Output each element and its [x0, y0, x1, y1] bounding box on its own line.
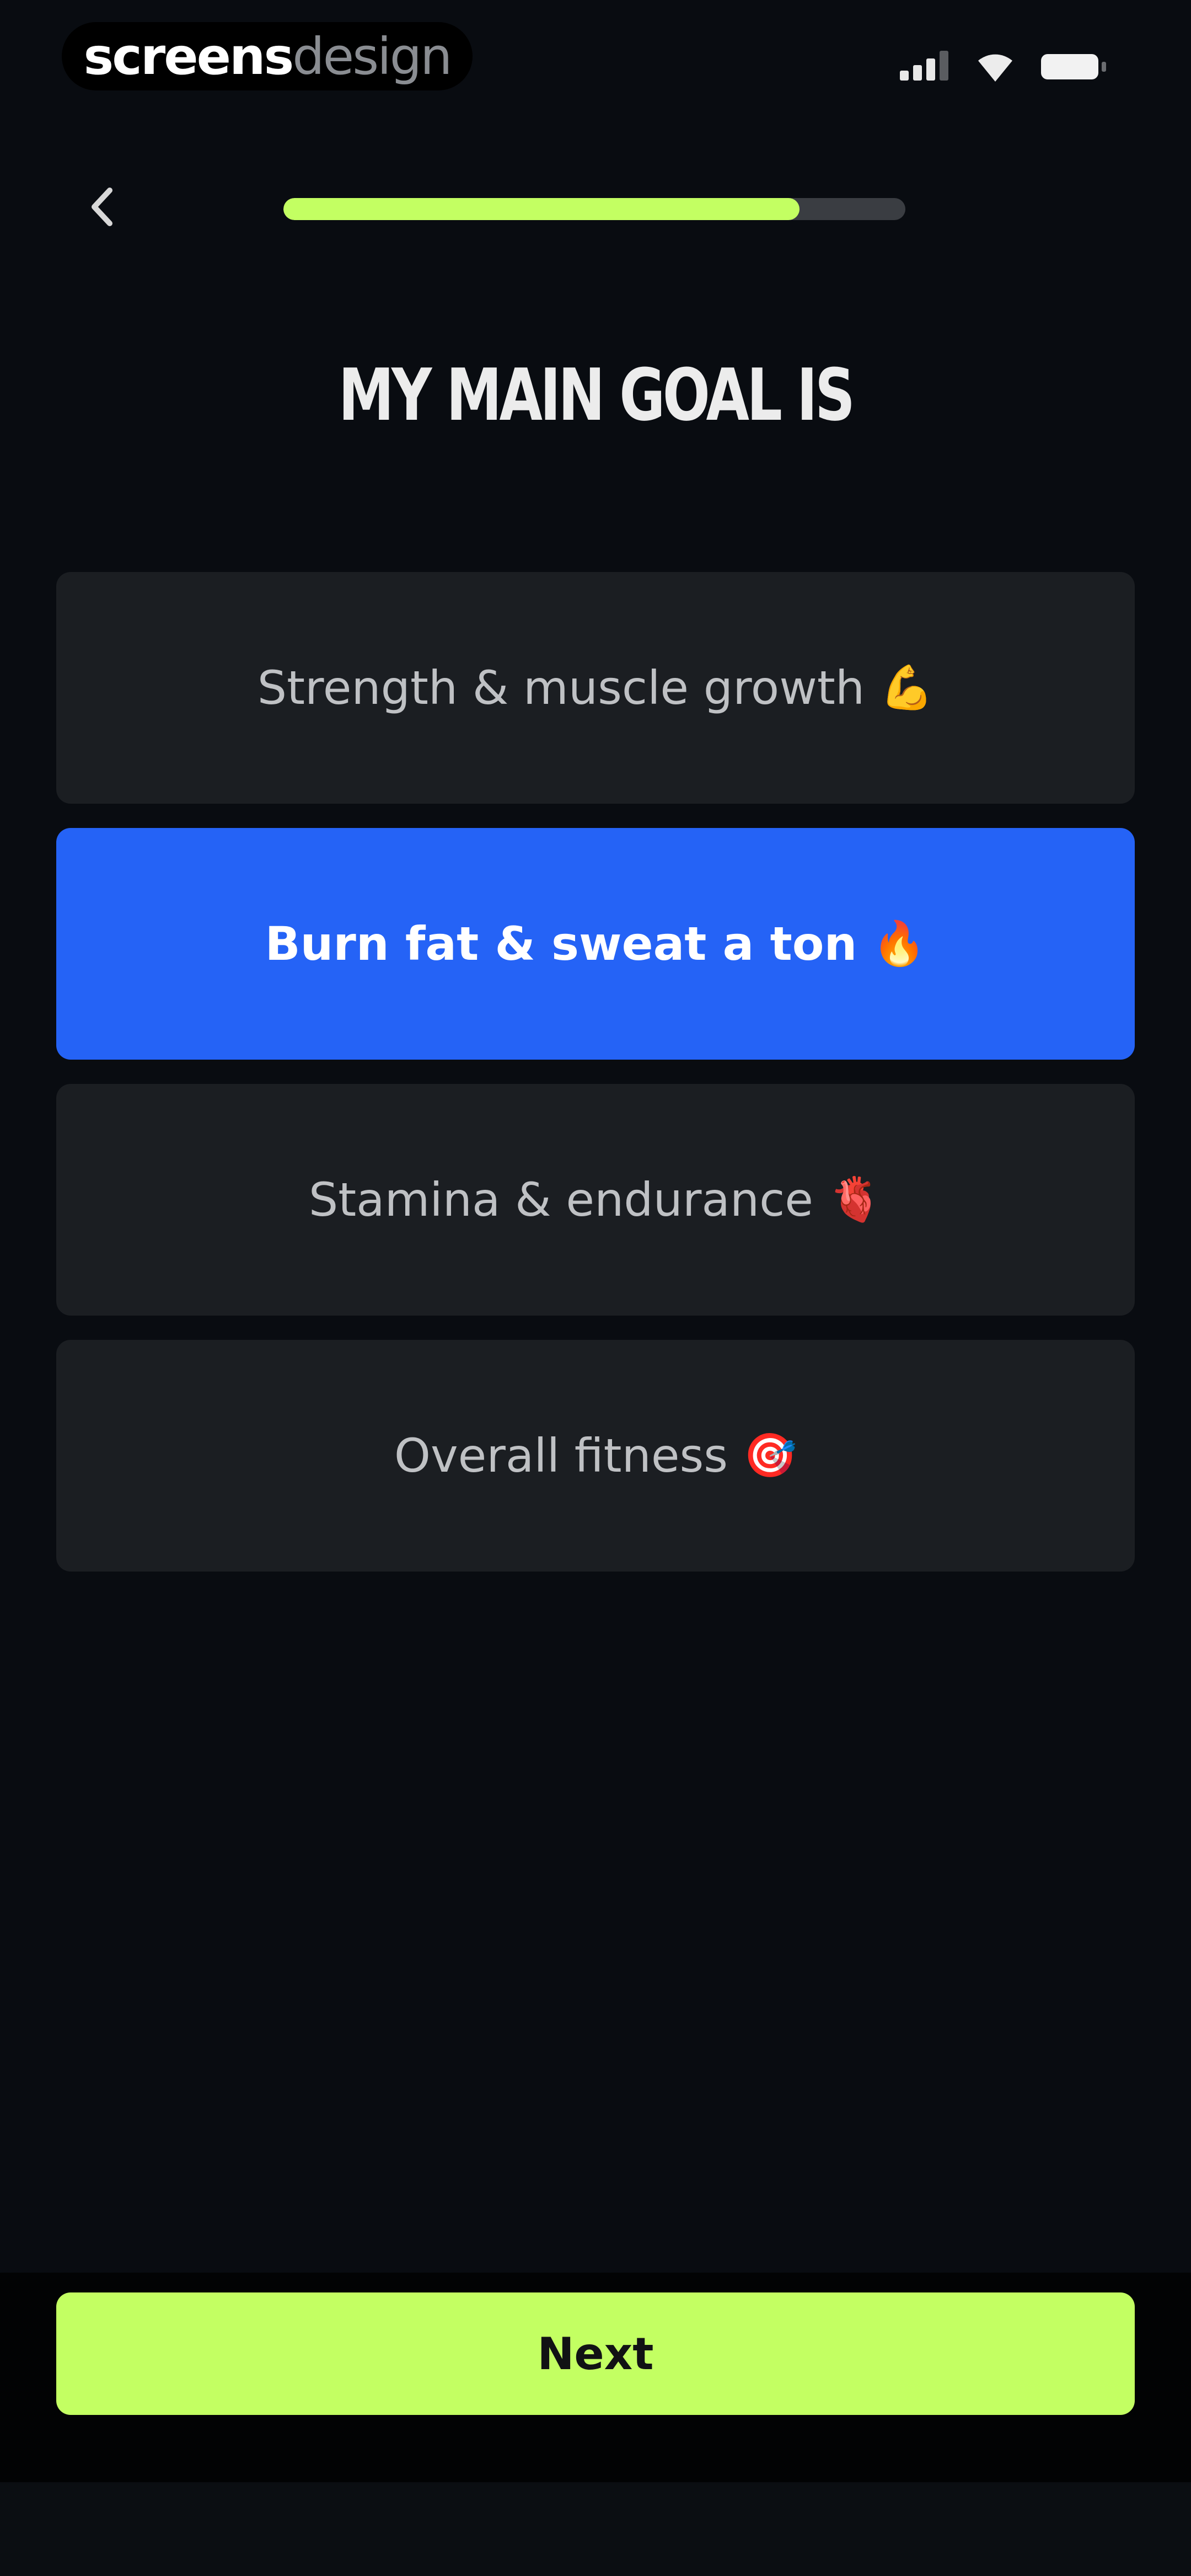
page-title: MY MAIN GOAL IS — [338, 353, 855, 437]
status-bar-icons — [893, 51, 1125, 89]
home-indicator-area — [0, 2482, 1191, 2576]
progress-bar-fill — [283, 198, 800, 220]
back-button[interactable] — [77, 182, 127, 232]
wifi-icon — [978, 54, 1012, 82]
battery-tip — [1102, 62, 1106, 72]
target-icon: 🎯 — [743, 1430, 797, 1481]
goal-options-list: Strength & muscle growth 💪 Burn fat & sw… — [56, 572, 1135, 1596]
goal-option-label: Overall fitness — [394, 1429, 728, 1483]
goal-option-strength[interactable]: Strength & muscle growth 💪 — [56, 572, 1135, 804]
fire-icon: 🔥 — [872, 918, 926, 969]
goal-option-label: Stamina & endurance — [308, 1173, 813, 1227]
chevron-left-icon — [92, 188, 112, 226]
watermark-text-light: design — [292, 26, 452, 86]
flexed-biceps-icon: 💪 — [880, 662, 934, 713]
battery-icon — [1041, 54, 1098, 79]
screensdesign-watermark: screens design — [62, 22, 473, 90]
goal-option-label: Burn fat & sweat a ton — [265, 917, 857, 971]
goal-option-overall-fitness[interactable]: Overall fitness 🎯 — [56, 1340, 1135, 1572]
watermark-text-bold: screens — [83, 26, 294, 86]
progress-bar — [283, 198, 905, 220]
next-button[interactable]: Next — [56, 2292, 1135, 2415]
goal-option-label: Strength & muscle growth — [257, 661, 865, 715]
goal-option-burn-fat[interactable]: Burn fat & sweat a ton 🔥 — [56, 828, 1135, 1060]
goal-option-stamina[interactable]: Stamina & endurance 🫀 — [56, 1084, 1135, 1316]
heart-icon: 🫀 — [828, 1174, 883, 1225]
